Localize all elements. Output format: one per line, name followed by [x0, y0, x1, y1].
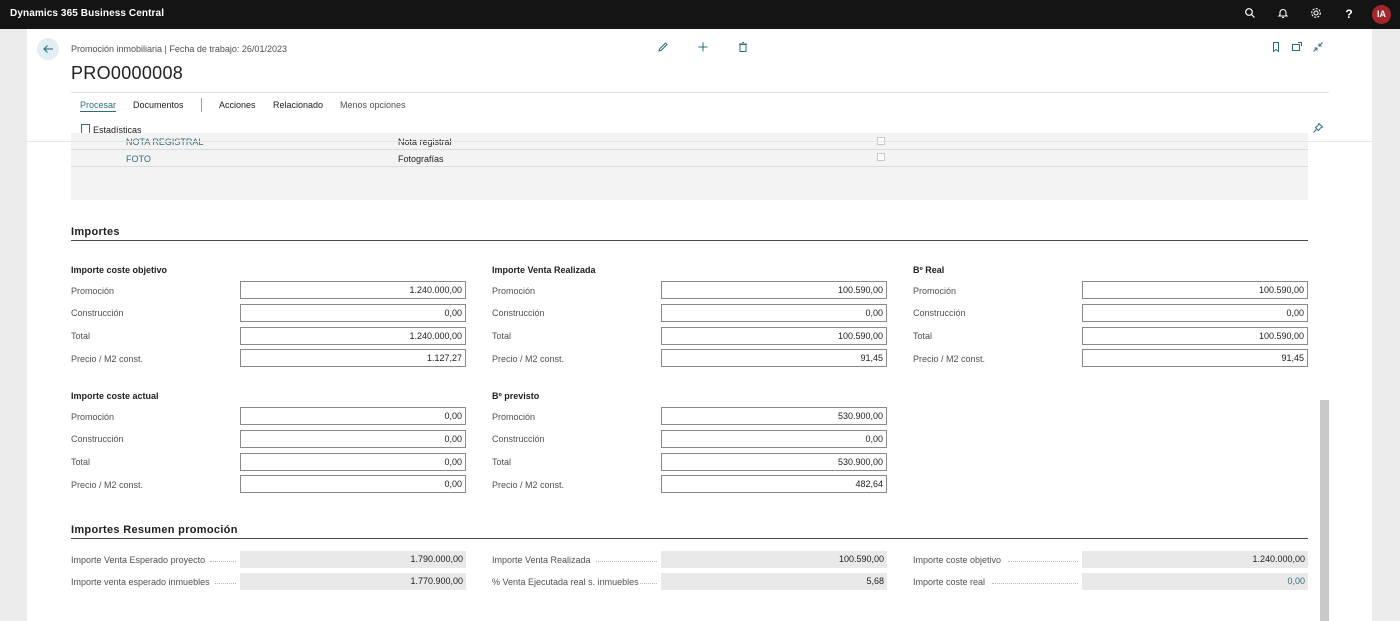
- summary-coste-objetivo-value: 1.240.000,00: [1082, 551, 1308, 568]
- search-icon[interactable]: [1243, 7, 1257, 21]
- dotted-leader: [992, 583, 1078, 584]
- group-title: Importe coste objetivo: [71, 265, 168, 275]
- collapse-icon[interactable]: [1311, 41, 1325, 55]
- group-title: Bº Real: [913, 265, 945, 275]
- dotted-leader: [596, 561, 657, 562]
- dotted-leader: [215, 583, 236, 584]
- section-title-importes[interactable]: Importes: [71, 226, 120, 238]
- dotted-leader: [640, 583, 657, 584]
- coste-objetivo-total-field[interactable]: 1.240.000,00: [240, 327, 466, 345]
- field-label: Precio / M2 const.: [492, 354, 565, 364]
- b-previsto-promocion-field[interactable]: 530.900,00: [661, 407, 887, 425]
- field-label: Promoción: [913, 286, 957, 296]
- venta-realizada-precio-field[interactable]: 91,45: [661, 349, 887, 367]
- b-previsto-precio-field[interactable]: 482,64: [661, 475, 887, 493]
- field-label: Construcción: [492, 308, 545, 318]
- summary-label: % Venta Ejecutada real s. inmuebles: [492, 577, 639, 587]
- summary-label: Importe venta esperado inmuebles: [71, 577, 210, 587]
- scrollbar-thumb[interactable]: [1320, 400, 1329, 621]
- action-bar-divider: [27, 141, 1372, 142]
- help-icon[interactable]: ?: [1342, 7, 1356, 21]
- field-label: Total: [492, 331, 512, 341]
- coste-actual-promocion-field[interactable]: 0,00: [240, 407, 466, 425]
- dotted-leader: [210, 561, 236, 562]
- group-title: Importe coste actual: [71, 391, 159, 401]
- venta-realizada-total-field[interactable]: 100.590,00: [661, 327, 887, 345]
- back-button[interactable]: [37, 38, 59, 60]
- table-row[interactable]: FOTO Fotografías: [71, 150, 1308, 167]
- summary-label: Importe Venta Esperado proyecto: [71, 555, 206, 565]
- group-title: Bº previsto: [492, 391, 540, 401]
- field-label: Total: [492, 457, 512, 467]
- field-label: Construcción: [913, 308, 966, 318]
- coste-objetivo-construccion-field[interactable]: 0,00: [240, 304, 466, 322]
- venta-esperado-inmuebles-value: 1.770.900,00: [240, 573, 466, 590]
- bookmark-icon[interactable]: [1269, 41, 1283, 55]
- field-label: Precio / M2 const.: [71, 354, 144, 364]
- edit-icon[interactable]: [656, 41, 670, 55]
- field-label: Precio / M2 const.: [492, 480, 565, 490]
- bell-icon[interactable]: [1276, 7, 1290, 21]
- add-icon[interactable]: [696, 41, 710, 55]
- field-label: Total: [71, 457, 91, 467]
- open-new-window-icon[interactable]: [1290, 41, 1304, 55]
- row-code-link[interactable]: FOTO: [126, 154, 151, 164]
- field-label: Promoción: [71, 412, 115, 422]
- field-label: Precio / M2 const.: [913, 354, 986, 364]
- dotted-leader: [1008, 561, 1078, 562]
- venta-realizada-construccion-field[interactable]: 0,00: [661, 304, 887, 322]
- coste-real-link[interactable]: 0,00: [1082, 573, 1308, 590]
- summary-label: Importe Venta Realizada: [492, 555, 591, 565]
- b-previsto-construccion-field[interactable]: 0,00: [661, 430, 887, 448]
- coste-actual-construccion-field[interactable]: 0,00: [240, 430, 466, 448]
- row-checkbox[interactable]: [877, 153, 885, 161]
- coste-objetivo-precio-field[interactable]: 1.127,27: [240, 349, 466, 367]
- field-label: Promoción: [71, 286, 115, 296]
- app-title[interactable]: Dynamics 365 Business Central: [10, 8, 164, 19]
- group-title: Importe Venta Realizada: [492, 265, 596, 275]
- field-label: Construcción: [71, 434, 124, 444]
- top-bar: Dynamics 365 Business Central ? IA: [0, 0, 1400, 29]
- delete-icon[interactable]: [736, 41, 750, 55]
- b-real-promocion-field[interactable]: 100.590,00: [1082, 281, 1308, 299]
- b-real-total-field[interactable]: 100.590,00: [1082, 327, 1308, 345]
- row-description: Fotografías: [398, 154, 444, 164]
- action-bar: [27, 93, 1372, 141]
- gear-icon[interactable]: [1309, 7, 1323, 21]
- venta-realizada-promocion-field[interactable]: 100.590,00: [661, 281, 887, 299]
- field-label: Promoción: [492, 286, 536, 296]
- section-title-resumen[interactable]: Importes Resumen promoción: [71, 524, 238, 536]
- field-label: Promoción: [492, 412, 536, 422]
- section-divider: [71, 240, 1308, 241]
- breadcrumb: Promoción inmobiliaria | Fecha de trabaj…: [71, 44, 287, 54]
- field-label: Construcción: [492, 434, 545, 444]
- coste-actual-total-field[interactable]: 0,00: [240, 453, 466, 471]
- field-label: Total: [913, 331, 933, 341]
- summary-label: Importe coste objetivo: [913, 555, 1002, 565]
- avatar[interactable]: IA: [1372, 5, 1391, 24]
- b-previsto-total-field[interactable]: 530.900,00: [661, 453, 887, 471]
- backdrop-left: [0, 29, 27, 621]
- b-real-construccion-field[interactable]: 0,00: [1082, 304, 1308, 322]
- coste-actual-precio-field[interactable]: 0,00: [240, 475, 466, 493]
- summary-label: Importe coste real: [913, 577, 986, 587]
- field-label: Precio / M2 const.: [71, 480, 144, 490]
- venta-esperado-proyecto-value: 1.790.000,00: [240, 551, 466, 568]
- coste-objetivo-promocion-field[interactable]: 1.240.000,00: [240, 281, 466, 299]
- field-label: Total: [71, 331, 91, 341]
- summary-venta-realizada-value: 100.590,00: [661, 551, 887, 568]
- section-divider: [71, 538, 1308, 539]
- backdrop-right: [1372, 29, 1400, 621]
- page-title: PRO0000008: [71, 63, 184, 83]
- b-real-precio-field[interactable]: 91,45: [1082, 349, 1308, 367]
- field-label: Construcción: [71, 308, 124, 318]
- pct-venta-ejecutada-value: 5,68: [661, 573, 887, 590]
